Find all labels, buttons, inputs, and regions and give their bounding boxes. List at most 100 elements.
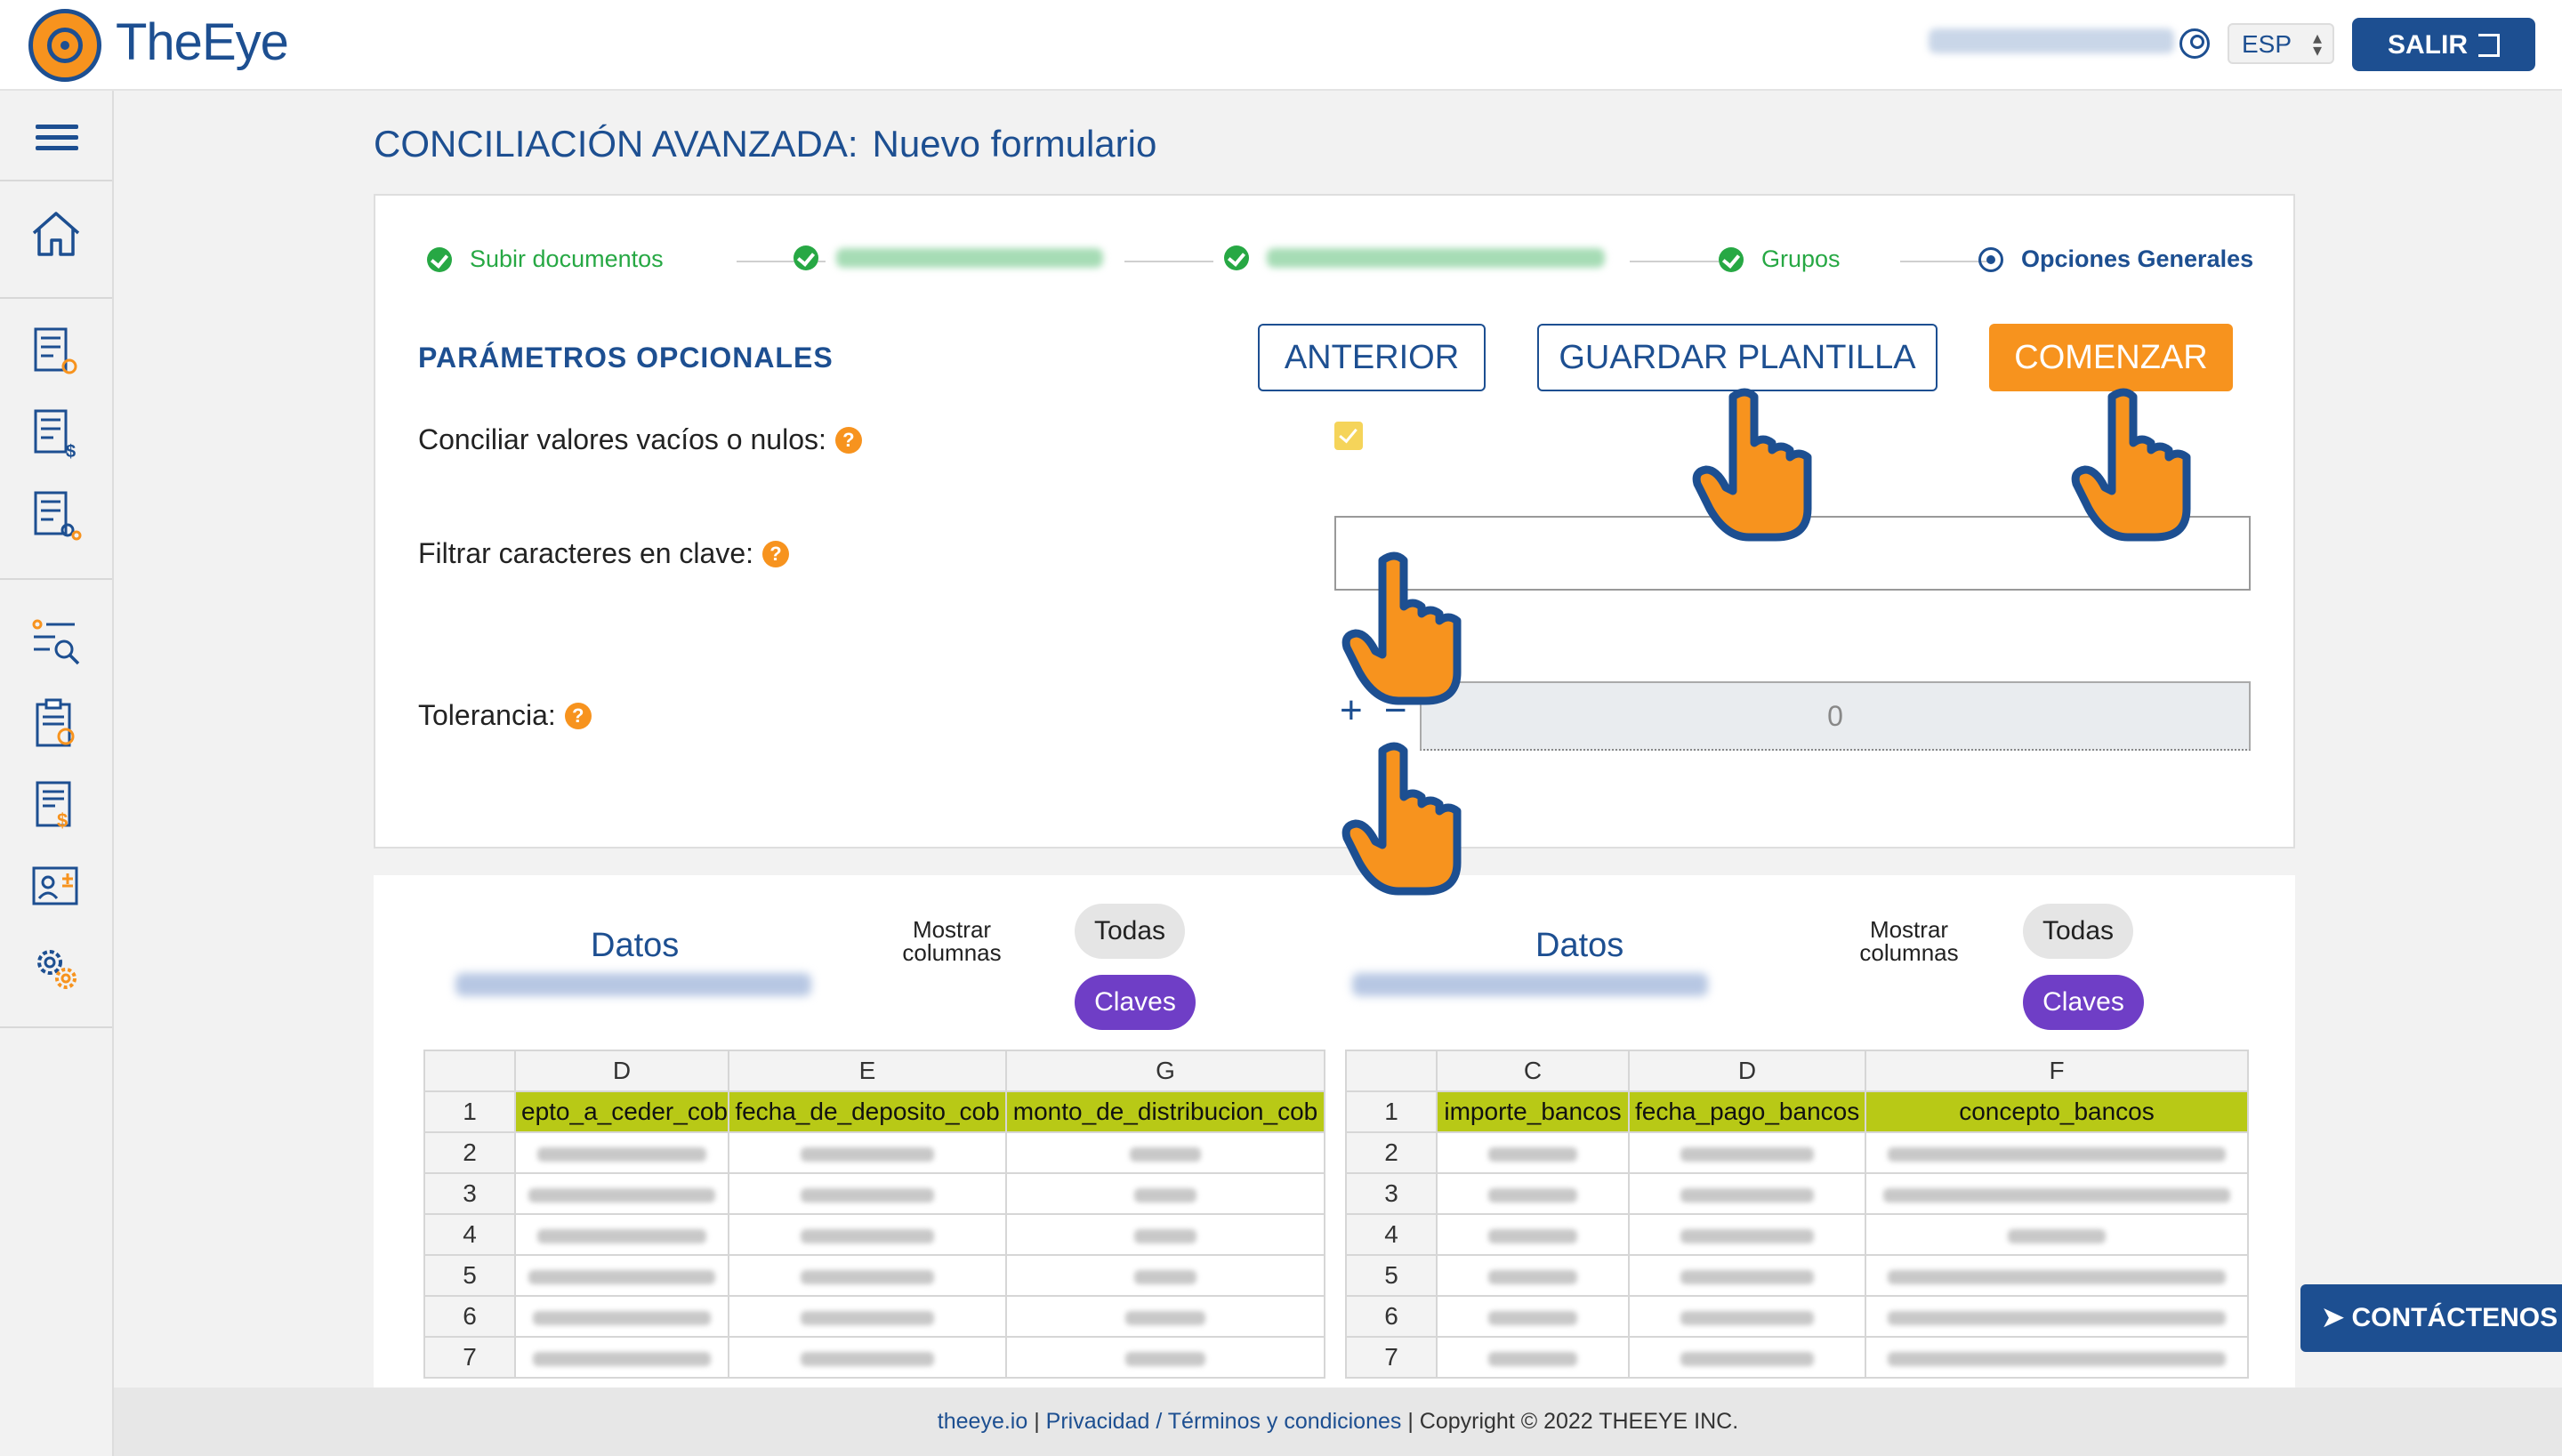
gears-icon[interactable] <box>28 941 84 996</box>
theeye-logo-icon[interactable] <box>28 9 101 82</box>
key-header-cell[interactable]: importe_bancos <box>1436 1090 1630 1133</box>
help-icon[interactable]: ? <box>834 426 862 454</box>
col-letter[interactable]: D <box>514 1050 729 1092</box>
privacy-link[interactable]: Privacidad <box>1046 1409 1150 1434</box>
user-account-icon[interactable] <box>2179 28 2210 59</box>
footer-site-link[interactable]: theeye.io <box>938 1409 1027 1434</box>
blurred-cell[interactable] <box>514 1336 729 1379</box>
right-key-columns-button[interactable]: Claves <box>2023 975 2144 1030</box>
col-letter[interactable]: G <box>1005 1050 1325 1092</box>
contact-us-button[interactable]: ➤ CONTÁCTENOS <box>2300 1284 2562 1352</box>
right-all-columns-button[interactable]: Todas <box>2023 904 2133 959</box>
blurred-cell[interactable] <box>1628 1336 1866 1379</box>
table-row: 4 <box>423 1213 1325 1256</box>
user-email-redacted <box>1929 28 2174 53</box>
blurred-cell[interactable] <box>728 1172 1007 1215</box>
start-button[interactable]: COMENZAR <box>1989 324 2233 391</box>
blurred-cell[interactable] <box>1005 1131 1325 1174</box>
corner-cell <box>1345 1050 1438 1092</box>
left-key-columns-button[interactable]: Claves <box>1075 975 1196 1030</box>
blurred-cell[interactable] <box>1865 1336 2249 1379</box>
logout-icon <box>2478 34 2500 57</box>
checklist-gears-icon[interactable] <box>28 487 84 543</box>
active-step-icon <box>1978 246 2003 272</box>
blurred-cell[interactable] <box>1436 1213 1630 1256</box>
blurred-cell[interactable] <box>1436 1131 1630 1174</box>
step-document-one[interactable] <box>794 245 1103 270</box>
save-template-button[interactable]: GUARDAR PLANTILLA <box>1537 324 1938 391</box>
check-circle-icon <box>794 245 818 270</box>
key-header-cell[interactable]: epto_a_ceder_cob <box>514 1090 729 1133</box>
key-header-cell[interactable]: fecha_de_deposito_cob <box>728 1090 1007 1133</box>
blurred-cell[interactable] <box>514 1131 729 1174</box>
col-letter[interactable]: D <box>1628 1050 1866 1092</box>
col-letter[interactable]: C <box>1436 1050 1630 1092</box>
blurred-cell[interactable] <box>1628 1213 1866 1256</box>
tolerance-input[interactable]: 0 <box>1420 681 2251 751</box>
step-document-two[interactable] <box>1224 245 1605 270</box>
user-card-icon[interactable] <box>28 859 84 914</box>
blurred-cell[interactable] <box>1005 1213 1325 1256</box>
blurred-cell[interactable] <box>1436 1254 1630 1297</box>
home-icon[interactable] <box>28 206 84 261</box>
blurred-cell[interactable] <box>728 1336 1007 1379</box>
help-icon[interactable]: ? <box>762 540 790 567</box>
filter-chars-row: Filtrar caracteres en clave: ? <box>418 537 790 570</box>
empty-values-checkbox[interactable] <box>1334 422 1363 450</box>
key-header-cell[interactable]: concepto_bancos <box>1865 1090 2249 1133</box>
blurred-cell[interactable] <box>728 1131 1007 1174</box>
help-icon[interactable]: ? <box>564 702 592 729</box>
blurred-cell[interactable] <box>514 1295 729 1338</box>
col-letter[interactable]: E <box>728 1050 1007 1092</box>
step-label: Grupos <box>1761 245 1841 272</box>
previous-button[interactable]: ANTERIOR <box>1258 324 1486 391</box>
row-number: 5 <box>1345 1254 1438 1297</box>
checklist-settings-icon[interactable] <box>28 324 84 379</box>
checklist-money-icon[interactable]: $ <box>28 406 84 461</box>
row-number: 3 <box>1345 1172 1438 1215</box>
step-label-redacted <box>836 248 1103 268</box>
blurred-cell[interactable] <box>728 1213 1007 1256</box>
language-select[interactable]: ESP ▴ ▾ <box>2228 23 2334 64</box>
blurred-cell[interactable] <box>728 1254 1007 1297</box>
logout-label: SALIR <box>2388 30 2468 60</box>
clipboard-check-icon[interactable] <box>28 696 84 751</box>
blurred-cell[interactable] <box>1436 1295 1630 1338</box>
step-general-options[interactable]: Opciones Generales <box>1978 245 2253 273</box>
app-name[interactable]: TheEye <box>116 12 289 72</box>
terms-link[interactable]: Términos y condiciones <box>1168 1409 1402 1434</box>
key-header-cell[interactable]: monto_de_distribucion_cob <box>1005 1090 1325 1133</box>
row-number: 1 <box>423 1090 516 1133</box>
col-letter[interactable]: F <box>1865 1050 2249 1092</box>
menu-icon[interactable] <box>36 125 78 157</box>
blurred-cell[interactable] <box>514 1172 729 1215</box>
blurred-cell[interactable] <box>1005 1336 1325 1379</box>
step-groups[interactable]: Grupos <box>1719 245 1841 273</box>
key-header-cell[interactable]: fecha_pago_bancos <box>1628 1090 1866 1133</box>
blurred-cell[interactable] <box>1865 1254 2249 1297</box>
page-title: CONCILIACIÓN AVANZADA: Nuevo formulario <box>374 123 1156 165</box>
blurred-cell[interactable] <box>728 1295 1007 1338</box>
blurred-cell[interactable] <box>1005 1254 1325 1297</box>
blurred-cell[interactable] <box>1436 1336 1630 1379</box>
blurred-cell[interactable] <box>1436 1172 1630 1215</box>
blurred-cell[interactable] <box>1005 1172 1325 1215</box>
blurred-cell[interactable] <box>1865 1172 2249 1215</box>
logout-button[interactable]: SALIR <box>2352 18 2535 71</box>
step-upload-documents[interactable]: Subir documentos <box>427 245 664 273</box>
blurred-cell[interactable] <box>1865 1295 2249 1338</box>
search-list-icon[interactable] <box>28 614 84 669</box>
right-show-columns-label: Mostrar columnas <box>1859 916 1959 966</box>
blurred-cell[interactable] <box>1628 1295 1866 1338</box>
blurred-cell[interactable] <box>1005 1295 1325 1338</box>
blurred-cell[interactable] <box>514 1254 729 1297</box>
blurred-cell[interactable] <box>1628 1131 1866 1174</box>
invoice-money-icon[interactable]: $ <box>28 777 84 833</box>
blurred-cell[interactable] <box>1628 1172 1866 1215</box>
blurred-cell[interactable] <box>1628 1254 1866 1297</box>
blurred-cell[interactable] <box>514 1213 729 1256</box>
blurred-cell[interactable] <box>1865 1213 2249 1256</box>
blurred-cell[interactable] <box>1865 1131 2249 1174</box>
check-circle-icon <box>427 246 452 272</box>
left-all-columns-button[interactable]: Todas <box>1075 904 1185 959</box>
